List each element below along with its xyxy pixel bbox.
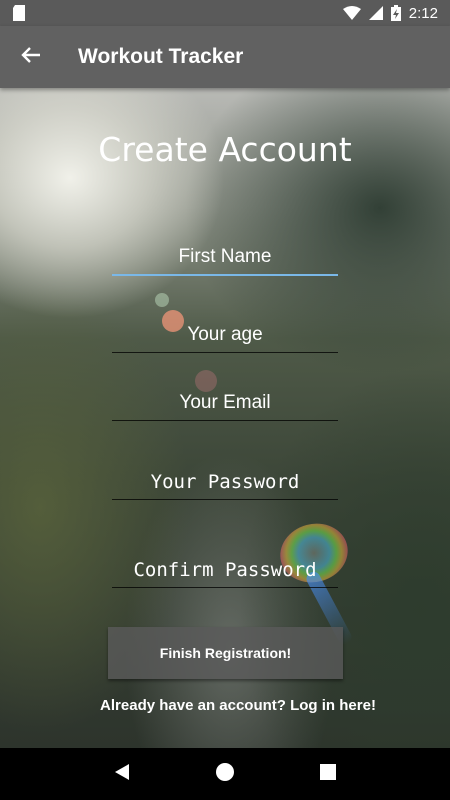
email-field[interactable]: Your Email xyxy=(112,392,338,421)
status-bar: 2:12 xyxy=(0,0,450,26)
first-name-field[interactable]: First Name xyxy=(112,246,338,276)
back-triangle-icon xyxy=(113,763,131,786)
password-field[interactable]: Your Password xyxy=(112,471,338,500)
back-button[interactable] xyxy=(0,26,62,88)
nav-back-button[interactable] xyxy=(102,754,142,794)
system-nav-bar xyxy=(0,748,450,800)
lens-flare xyxy=(195,370,217,392)
lens-flare xyxy=(155,293,169,307)
form-title: Create Account xyxy=(98,130,352,169)
nav-home-button[interactable] xyxy=(205,754,245,794)
arrow-left-icon xyxy=(21,46,41,69)
battery-charging-icon xyxy=(390,5,401,21)
confirm-password-field[interactable]: Confirm Password xyxy=(112,559,338,588)
home-circle-icon xyxy=(215,762,235,787)
sd-card-icon xyxy=(12,5,26,21)
signal-icon xyxy=(368,6,383,20)
app-title: Workout Tracker xyxy=(78,45,244,68)
recents-square-icon xyxy=(319,763,337,786)
app-bar: Workout Tracker xyxy=(0,26,450,88)
finish-registration-button[interactable]: Finish Registration! xyxy=(108,627,343,679)
login-link[interactable]: Already have an account? Log in here! xyxy=(0,697,450,714)
screen: 2:12 Workout Tracker Create Account Firs… xyxy=(0,0,450,800)
age-field[interactable]: Your age xyxy=(112,324,338,353)
status-time: 2:12 xyxy=(408,4,438,22)
wifi-icon xyxy=(342,6,361,20)
nav-recents-button[interactable] xyxy=(308,754,348,794)
registration-form: Create Account First Name Your age Your … xyxy=(0,88,450,748)
